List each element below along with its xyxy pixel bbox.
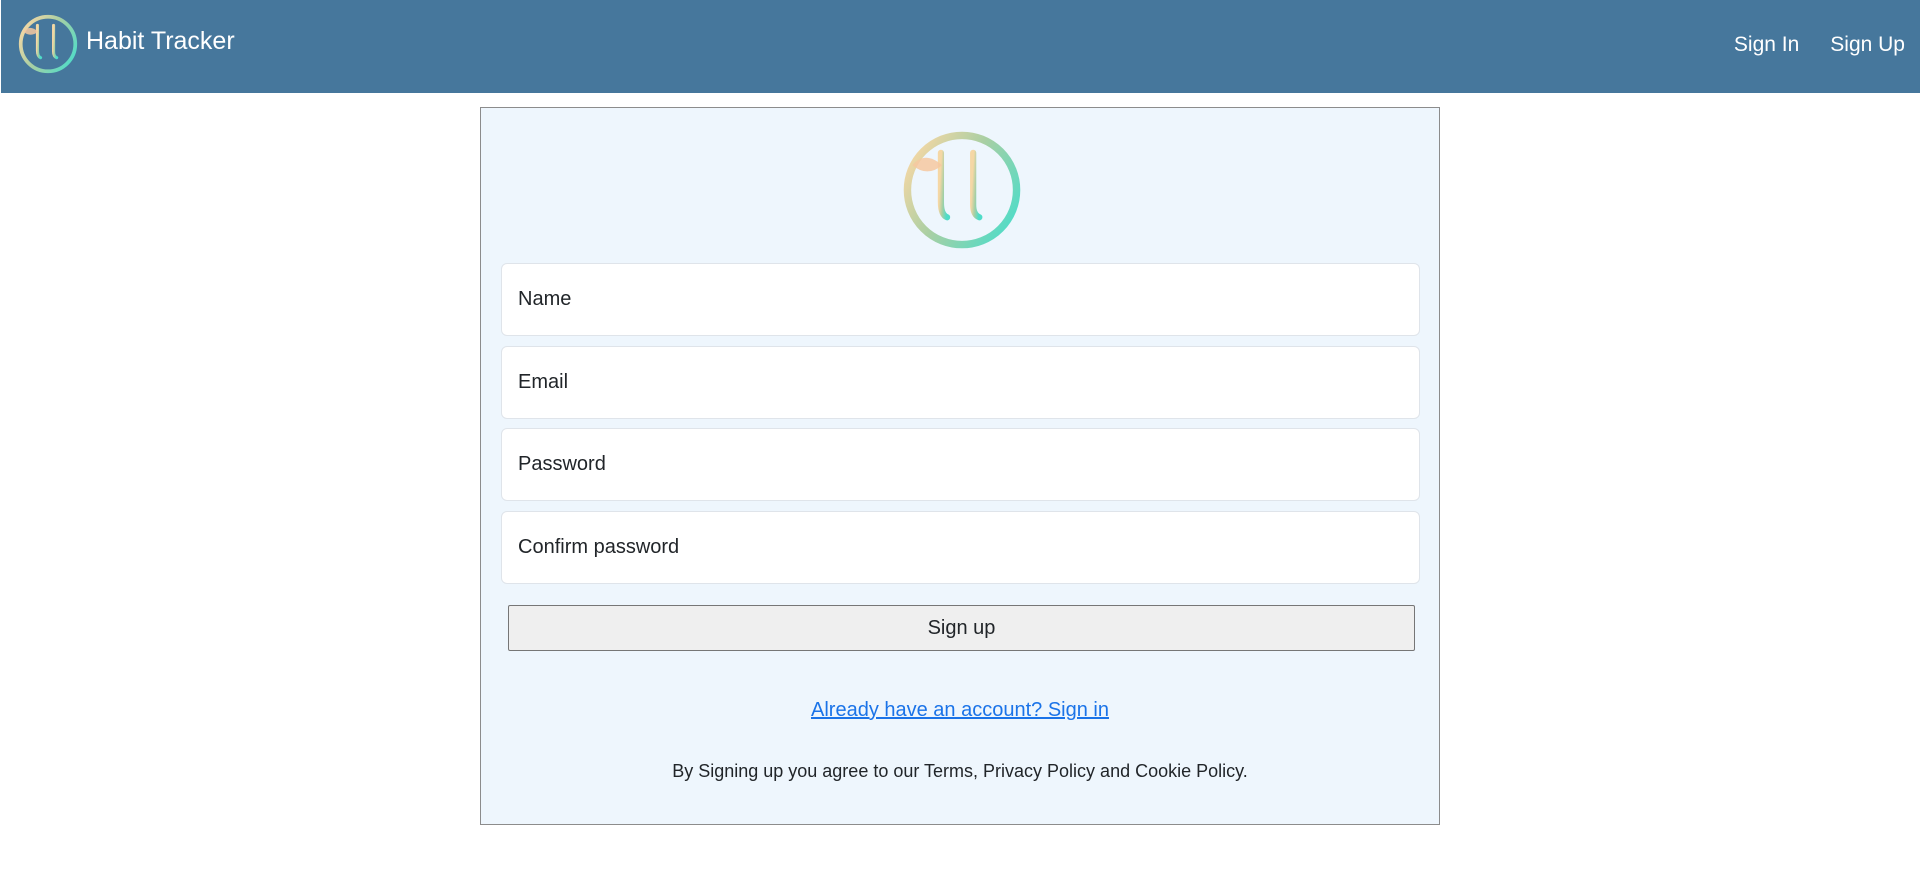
brand-home-link[interactable]: Habit Tracker bbox=[17, 13, 235, 75]
terms-notice: By Signing up you agree to our Terms, Pr… bbox=[672, 761, 1248, 781]
already-have-account-link[interactable]: Already have an account? Sign in bbox=[481, 699, 1439, 722]
brand-title: Habit Tracker bbox=[86, 26, 235, 55]
password-input[interactable] bbox=[501, 428, 1420, 501]
habit-tracker-logo-icon bbox=[18, 14, 78, 74]
signup-card: Sign up Already have an account? Sign in… bbox=[480, 107, 1440, 825]
confirm-password-input[interactable] bbox=[501, 511, 1420, 584]
nav-links: Sign In Sign Up bbox=[1734, 33, 1905, 57]
email-input[interactable] bbox=[501, 346, 1420, 419]
sign-up-button[interactable]: Sign up bbox=[508, 605, 1415, 651]
name-input[interactable] bbox=[501, 263, 1420, 336]
nav-sign-up-link[interactable]: Sign Up bbox=[1830, 33, 1905, 57]
top-navbar: Habit Tracker Sign In Sign Up bbox=[1, 0, 1920, 93]
habit-tracker-logo-icon bbox=[900, 128, 1024, 252]
nav-sign-in-link[interactable]: Sign In bbox=[1734, 33, 1799, 57]
